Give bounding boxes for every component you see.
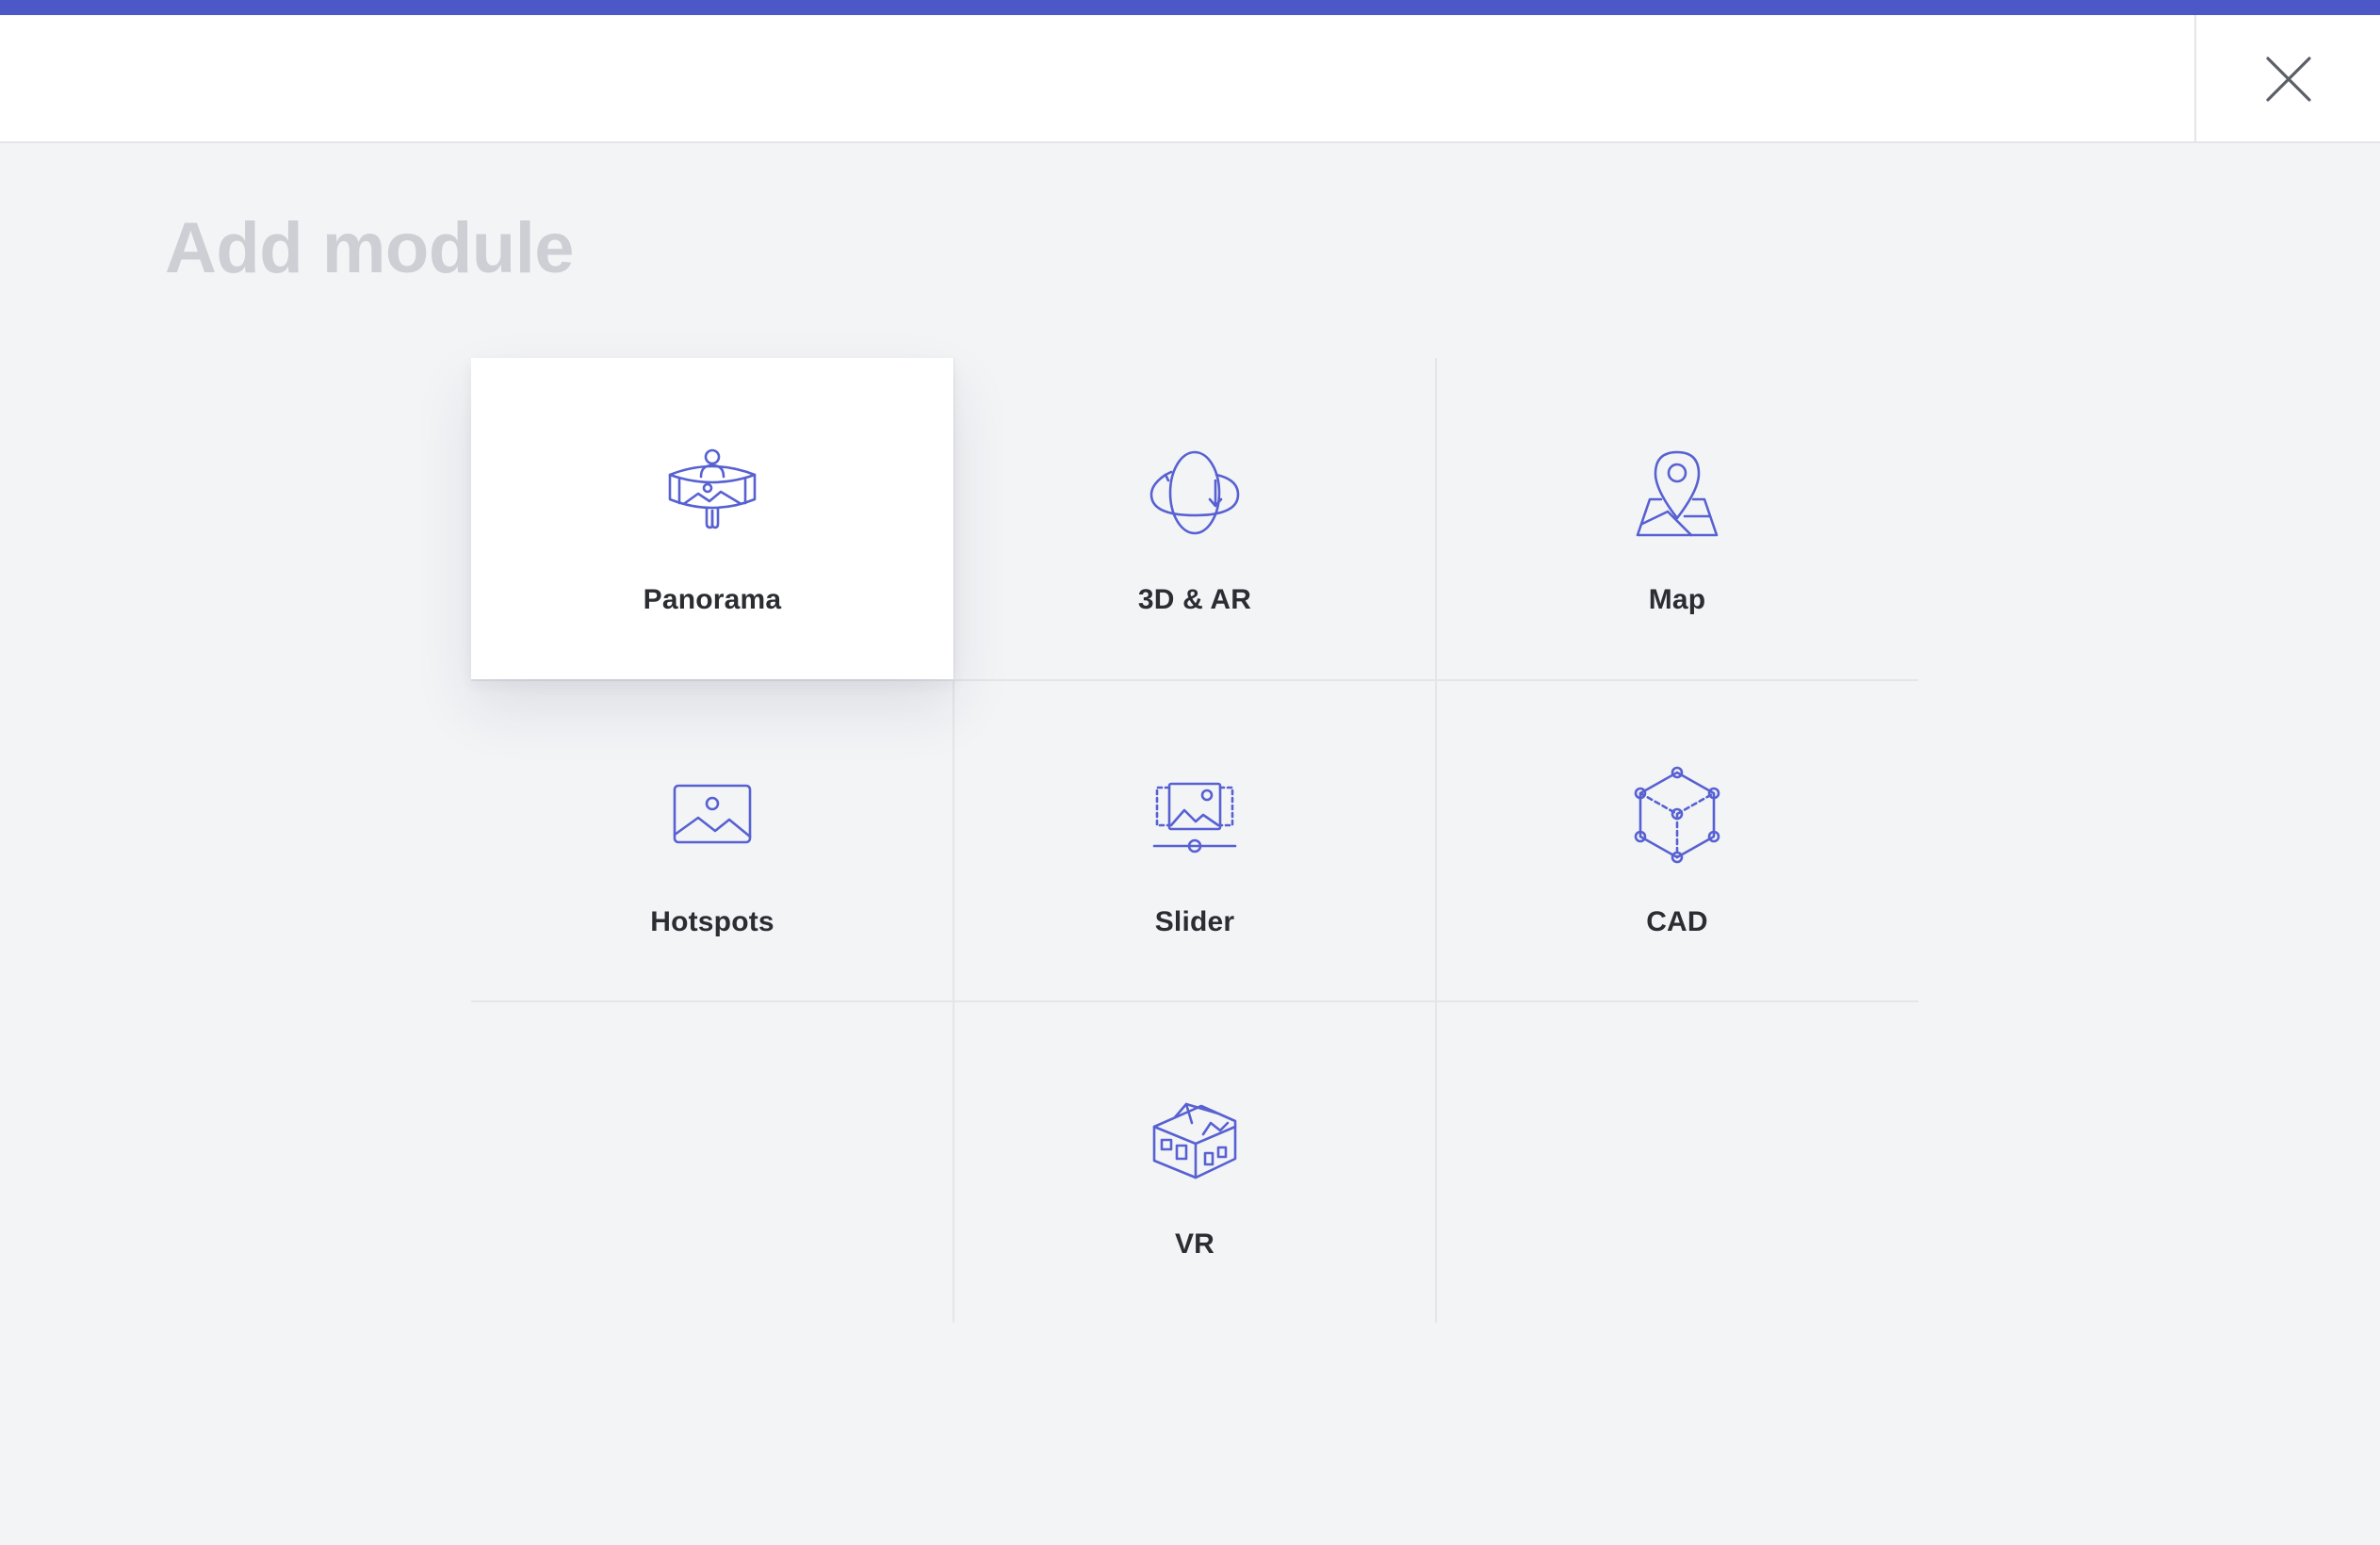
module-label: VR	[1174, 1228, 1215, 1260]
module-tile-hotspots[interactable]: Hotspots	[471, 680, 954, 1001]
module-label: Slider	[1154, 906, 1235, 937]
panorama-icon	[660, 441, 764, 545]
top-accent-bar	[0, 0, 2380, 15]
module-label: Hotspots	[650, 906, 774, 937]
module-tile-vr[interactable]: VR	[954, 1002, 1436, 1324]
map-pin-icon	[1625, 441, 1729, 545]
module-grid: Panorama 3D & AR Map Hotspots Slider CAD…	[471, 358, 1918, 1323]
module-tile-cad[interactable]: CAD	[1436, 680, 1918, 1001]
header-bar	[0, 15, 2380, 143]
module-label: CAD	[1646, 906, 1708, 937]
module-label: Panorama	[643, 584, 782, 615]
module-tile-slider[interactable]: Slider	[954, 680, 1436, 1001]
module-tile-map[interactable]: Map	[1436, 358, 1918, 679]
close-icon	[2265, 57, 2311, 102]
module-label: 3D & AR	[1137, 584, 1252, 615]
vr-house-icon	[1143, 1085, 1247, 1189]
cad-cube-icon	[1625, 763, 1729, 867]
module-label: Map	[1648, 584, 1706, 615]
close-button[interactable]	[2194, 15, 2380, 143]
page-title: Add module	[165, 208, 575, 288]
slider-icon	[1143, 763, 1247, 867]
module-tile-3d-ar[interactable]: 3D & AR	[954, 358, 1436, 679]
image-icon	[660, 763, 764, 867]
module-tile-panorama[interactable]: Panorama	[471, 358, 954, 679]
3d-ar-icon	[1143, 441, 1247, 545]
